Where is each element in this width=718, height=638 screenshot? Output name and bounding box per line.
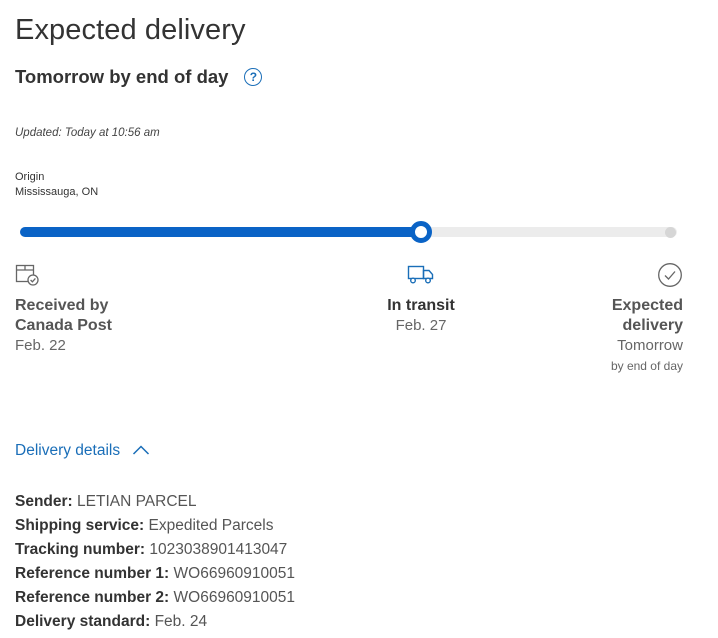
origin-value: Mississauga, ON [15, 186, 99, 198]
help-icon[interactable]: ? [244, 68, 263, 86]
check-circle-icon [500, 262, 683, 288]
step-subtext: by end of day [610, 359, 683, 373]
detail-value: Feb. 24 [154, 613, 208, 630]
step-date: Feb. 22 [15, 337, 66, 354]
delivery-details-list: Sender: LETIAN PARCEL Shipping service: … [15, 490, 295, 634]
chevron-up-icon [120, 442, 150, 460]
detail-row: Reference number 1: WO66960910051 [15, 562, 295, 586]
updated-timestamp: Updated: Today at 10:56 am [15, 127, 160, 139]
detail-value: 1023038901413047 [149, 541, 288, 558]
detail-row: Tracking number: 1023038901413047 [15, 538, 295, 562]
origin-label: Origin [15, 171, 45, 183]
detail-row: Shipping service: Expedited Parcels [15, 514, 295, 538]
detail-label: Reference number 1: [15, 565, 170, 582]
detail-label: Sender: [15, 493, 73, 510]
truck-icon [321, 262, 521, 288]
step-expected-delivery: Expected delivery Tomorrow by end of day [500, 262, 683, 376]
detail-label: Tracking number: [15, 541, 146, 558]
progress-marker [410, 221, 432, 243]
expected-date-row: Tomorrow by end of day ? [15, 66, 263, 88]
detail-row: Reference number 2: WO66960910051 [15, 586, 295, 610]
detail-value: WO66960910051 [173, 565, 296, 582]
step-received: Received by Canada Post Feb. 22 [15, 262, 195, 356]
step-in-transit: In transit Feb. 27 [321, 262, 521, 336]
delivery-details-label: Delivery details [15, 442, 121, 459]
detail-label: Delivery standard: [15, 613, 151, 630]
page-title: Expected delivery [15, 14, 246, 46]
detail-value: Expedited Parcels [148, 517, 274, 534]
progress-fill [20, 227, 421, 237]
detail-value: WO66960910051 [173, 589, 296, 606]
detail-row: Delivery standard: Feb. 24 [15, 610, 295, 634]
step-name: In transit [387, 297, 455, 314]
step-date: Feb. 27 [395, 317, 447, 334]
package-received-icon [15, 262, 195, 288]
detail-label: Shipping service: [15, 517, 145, 534]
step-name: Received by Canada Post [15, 297, 112, 334]
step-name: Expected delivery [611, 297, 683, 334]
step-date: Tomorrow [617, 337, 683, 354]
expected-date: Tomorrow by end of day [15, 66, 229, 87]
detail-value: LETIAN PARCEL [77, 493, 197, 510]
delivery-details-toggle[interactable]: Delivery details [15, 442, 150, 460]
detail-label: Reference number 2: [15, 589, 170, 606]
progress-end-dot [665, 227, 676, 238]
progress-track [20, 227, 677, 237]
detail-row: Sender: LETIAN PARCEL [15, 490, 295, 514]
